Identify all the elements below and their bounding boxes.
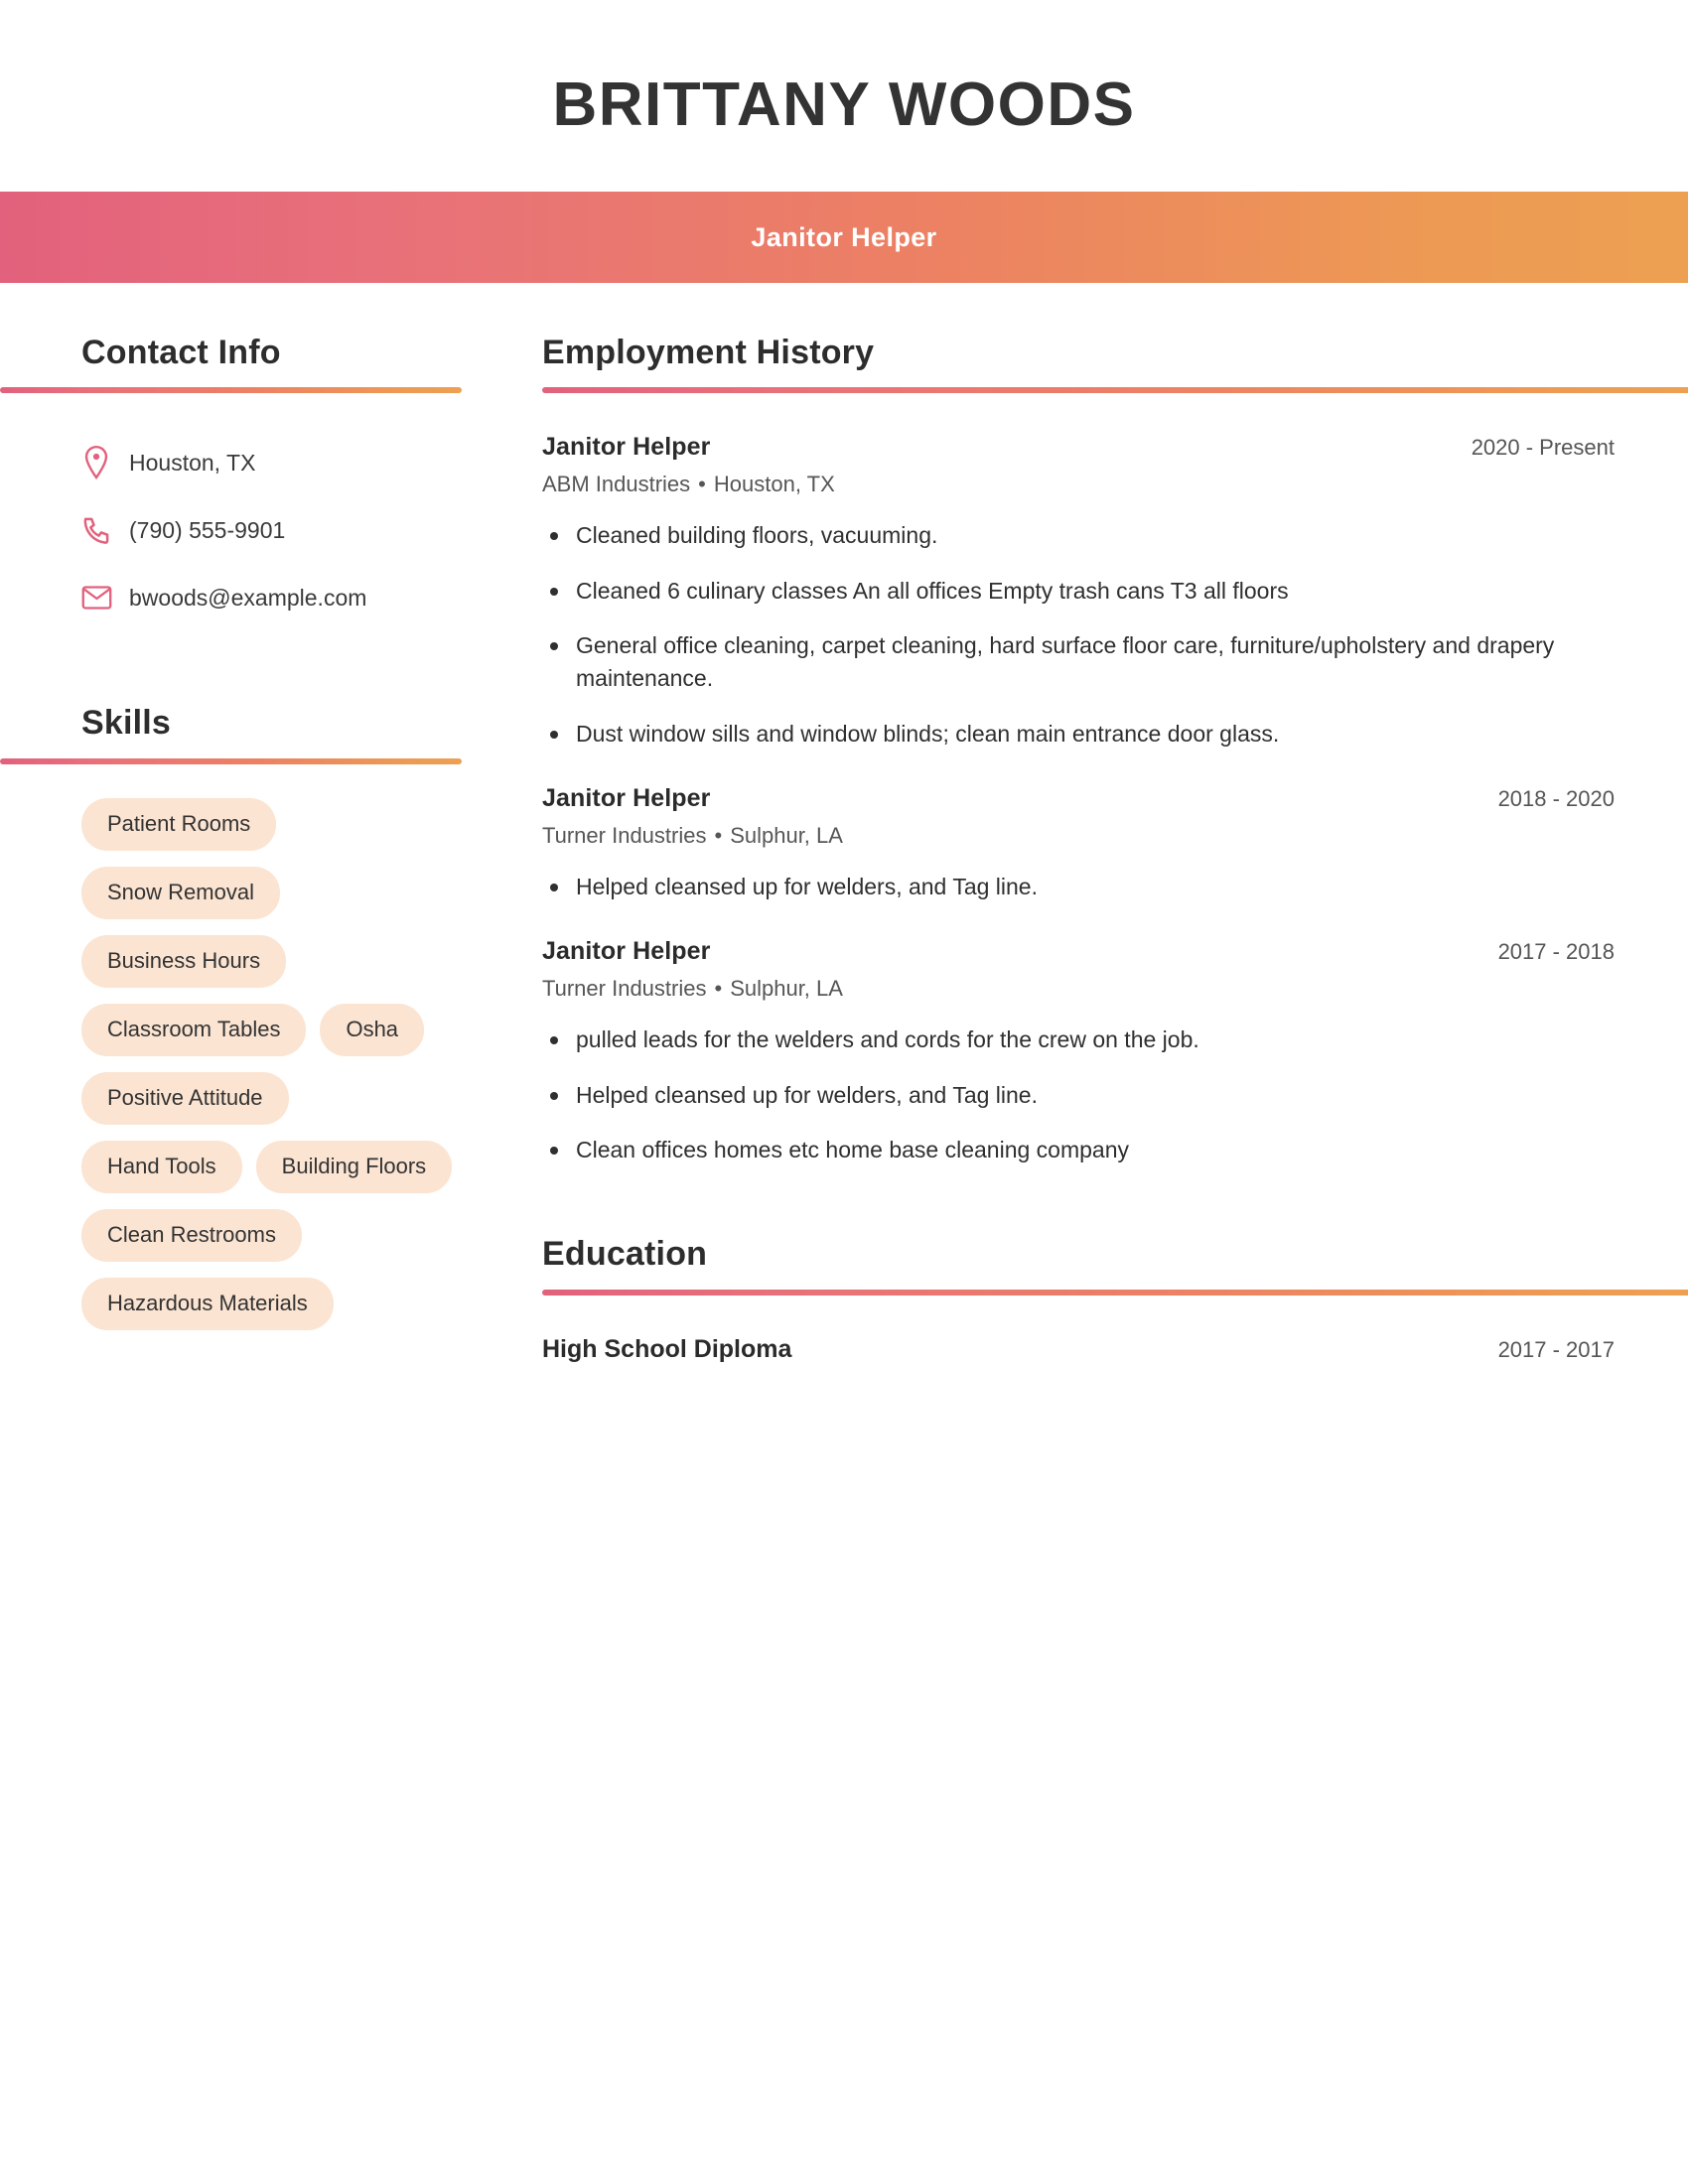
contact-phone-value: (790) 555-9901 — [129, 516, 286, 543]
education-item-list: High School Diploma 2017 - 2017 — [542, 1335, 1688, 1364]
employment-company-location: Turner Industries • Sulphur, LA — [542, 823, 1688, 849]
phone-icon — [81, 515, 125, 546]
employment-job-title: Janitor Helper — [542, 433, 711, 462]
employment-company-location: ABM Industries • Houston, TX — [542, 472, 1688, 497]
sidebar-column: Contact Info Houston, TX (790) 555-9901 … — [0, 334, 542, 1330]
employment-bullet: Dust window sills and window blinds; cle… — [542, 718, 1580, 751]
skill-pill: Business Hours — [81, 934, 287, 988]
skills-section: Skills Patient Rooms Snow Removal Business… — [0, 704, 542, 1330]
bullet-separator-icon: • — [714, 823, 723, 849]
employment-job-title: Janitor Helper — [542, 784, 711, 813]
skills-section-title: Skills — [81, 704, 172, 743]
employment-entry-header: Janitor Helper 2017 - 2018 — [542, 937, 1688, 966]
employment-bullet-list: Helped cleansed up for welders, and Tag … — [542, 871, 1688, 903]
education-entry: High School Diploma 2017 - 2017 — [542, 1335, 1688, 1364]
employment-date-range: 2020 - Present — [1471, 435, 1615, 461]
skill-pill: Building Floors — [255, 1140, 453, 1193]
employment-section: Employment History Janitor Helper 2020 - … — [542, 334, 1688, 1166]
candidate-name: BRITTANY WOODS — [552, 69, 1136, 139]
contact-section-title: Contact Info — [81, 334, 281, 371]
education-entry-header: High School Diploma 2017 - 2017 — [542, 1335, 1688, 1364]
employment-company: ABM Industries — [542, 472, 691, 497]
envelope-icon — [81, 585, 125, 611]
skills-section-divider — [0, 757, 462, 764]
employment-section-divider — [542, 387, 1688, 394]
employment-bullet-list: Cleaned building floors, vacuuming. Clean… — [542, 519, 1688, 751]
employment-entry: Janitor Helper 2020 - Present ABM Industri… — [542, 433, 1688, 751]
bullet-separator-icon: • — [714, 976, 723, 1002]
candidate-job-title: Janitor Helper — [751, 221, 937, 252]
employment-location: Sulphur, LA — [730, 823, 843, 849]
employment-job-list: Janitor Helper 2020 - Present ABM Industri… — [542, 433, 1688, 1166]
skill-pill: Hazardous Materials — [81, 1277, 334, 1330]
education-section-title: Education — [542, 1235, 708, 1274]
contact-section: Contact Info Houston, TX (790) 555-9901 … — [0, 334, 542, 631]
contact-section-divider — [0, 387, 462, 394]
employment-entry-header: Janitor Helper 2018 - 2020 — [542, 784, 1688, 813]
skill-pill: Classroom Tables — [81, 1003, 307, 1056]
employment-bullet: General office cleaning, carpet cleaning… — [542, 629, 1580, 696]
employment-location: Sulphur, LA — [730, 976, 843, 1002]
job-title-banner: Janitor Helper — [0, 192, 1688, 283]
employment-location: Houston, TX — [713, 472, 835, 497]
skills-pill-list: Patient Rooms Snow Removal Business Hours C… — [0, 797, 461, 1330]
contact-item-phone[interactable]: (790) 555-9901 — [81, 496, 542, 564]
skill-pill: Positive Attitude — [81, 1071, 289, 1125]
contact-email-value: bwoods@example.com — [129, 584, 367, 611]
education-date-range: 2017 - 2017 — [1497, 1336, 1615, 1362]
bullet-separator-icon: • — [698, 472, 706, 497]
employment-bullet-list: pulled leads for the welders and cords f… — [542, 1024, 1688, 1166]
employment-job-title: Janitor Helper — [542, 937, 711, 966]
employment-company: Turner Industries — [542, 823, 707, 849]
employment-bullet: pulled leads for the welders and cords f… — [542, 1024, 1580, 1056]
education-section-divider — [542, 1289, 1688, 1296]
employment-bullet: Clean offices homes etc home base cleani… — [542, 1134, 1580, 1166]
main-column: Employment History Janitor Helper 2020 - … — [542, 334, 1688, 1364]
employment-company: Turner Industries — [542, 976, 707, 1002]
skill-pill: Clean Restrooms — [81, 1208, 302, 1262]
skill-pill: Hand Tools — [81, 1140, 242, 1193]
education-degree: High School Diploma — [542, 1334, 792, 1363]
education-section: Education High School Diploma 2017 - 2017 — [542, 1236, 1688, 1363]
employment-bullet: Helped cleansed up for welders, and Tag … — [542, 1079, 1580, 1112]
employment-entry-header: Janitor Helper 2020 - Present — [542, 433, 1688, 462]
skill-pill: Osha — [320, 1003, 425, 1056]
employment-date-range: 2018 - 2020 — [1497, 786, 1615, 812]
skill-pill: Patient Rooms — [81, 797, 277, 851]
contact-list: Houston, TX (790) 555-9901 bwoods@exampl… — [0, 429, 542, 631]
employment-entry: Janitor Helper 2018 - 2020 Turner Industri… — [542, 784, 1688, 903]
employment-bullet: Helped cleansed up for welders, and Tag … — [542, 871, 1580, 903]
resume-body: Contact Info Houston, TX (790) 555-9901 … — [0, 283, 1688, 1364]
employment-section-title: Employment History — [542, 334, 875, 371]
location-pin-icon — [81, 445, 125, 480]
resume-page: BRITTANY WOODS Janitor Helper Contact In… — [0, 0, 1688, 2184]
contact-item-location[interactable]: Houston, TX — [81, 429, 542, 496]
resume-header: BRITTANY WOODS — [0, 0, 1688, 192]
contact-location-value: Houston, TX — [129, 449, 256, 476]
contact-item-email[interactable]: bwoods@example.com — [81, 564, 542, 631]
skill-pill: Snow Removal — [81, 866, 280, 919]
employment-company-location: Turner Industries • Sulphur, LA — [542, 976, 1688, 1002]
employment-bullet: Cleaned 6 culinary classes An all office… — [542, 575, 1580, 608]
employment-entry: Janitor Helper 2017 - 2018 Turner Industri… — [542, 937, 1688, 1166]
employment-bullet: Cleaned building floors, vacuuming. — [542, 519, 1580, 552]
employment-date-range: 2017 - 2018 — [1497, 939, 1615, 965]
